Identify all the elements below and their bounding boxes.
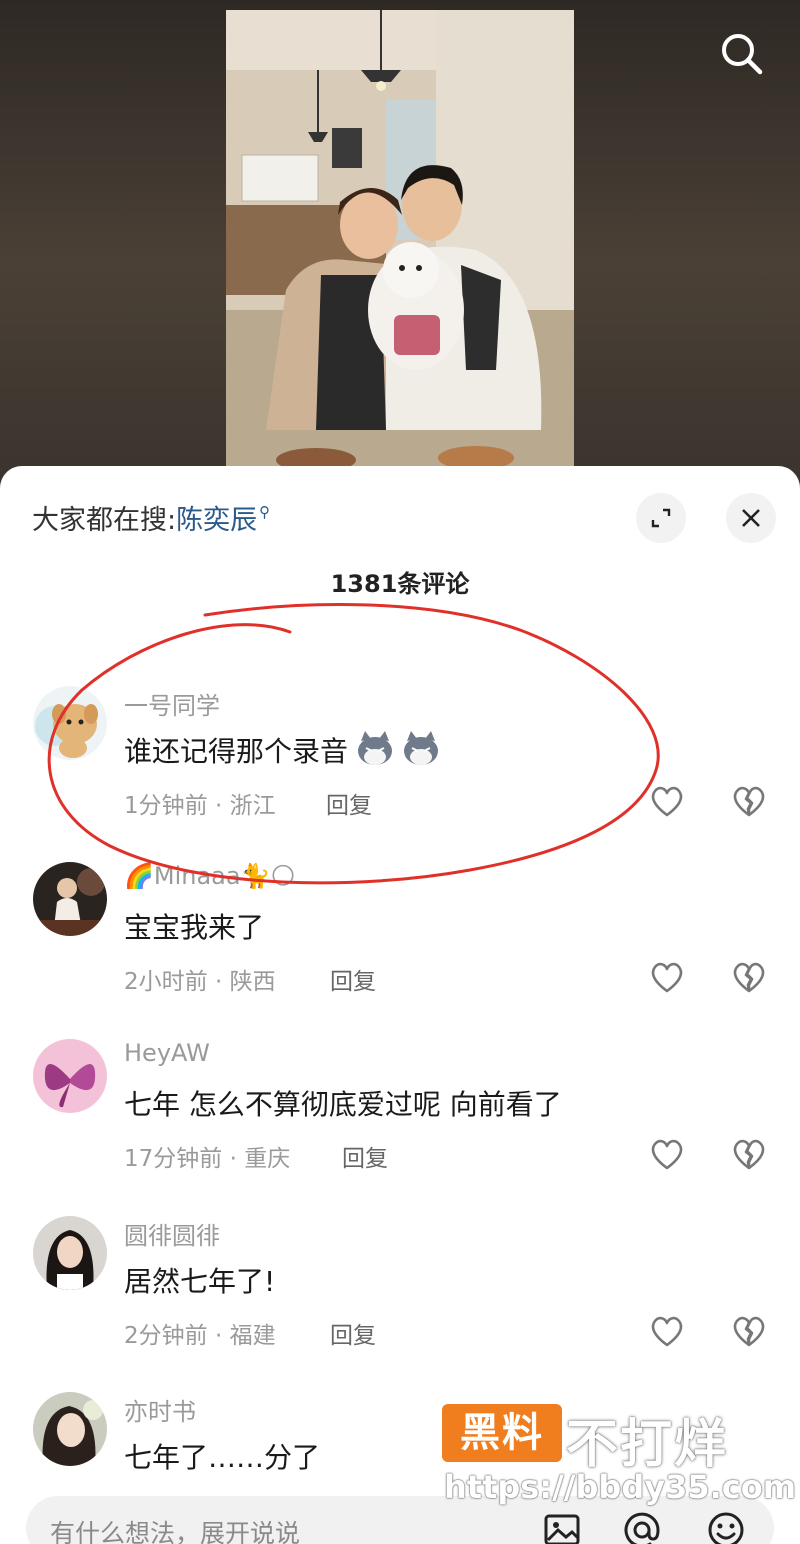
comment-location: 重庆 xyxy=(244,1146,291,1172)
broken-heart-icon[interactable] xyxy=(730,1135,768,1173)
hot-search-bar[interactable]: 大家都在搜:陈奕辰 ⚲ xyxy=(32,498,270,537)
expand-button[interactable] xyxy=(636,493,686,543)
comment-text-content: 谁还记得那个录音 xyxy=(124,735,349,768)
reply-button[interactable]: 回复 xyxy=(326,786,372,820)
comment-time: 1分钟前 xyxy=(124,793,208,819)
post-photo[interactable] xyxy=(226,10,574,470)
comment-item: 🌈Minaaa🐈🌕 宝宝我来了 2小时前 · 陕西 回复 xyxy=(0,862,800,1032)
heart-icon[interactable] xyxy=(648,1135,686,1173)
comment-time: 2小时前 xyxy=(124,969,208,995)
comment-username[interactable]: 🌈Minaaa🐈🌕 xyxy=(124,862,296,890)
comment-meta: 2分钟前 · 福建 xyxy=(124,1323,276,1349)
cat-emoji-icon xyxy=(357,731,441,774)
comment-input-placeholder: 有什么想法，展开说说 xyxy=(50,1519,301,1544)
comment-text: 谁还记得那个录音 xyxy=(124,730,441,774)
comment-item: 一号同学 谁还记得那个录音 1分钟前 · 浙江 回复 xyxy=(0,686,800,856)
comment-meta: 1分钟前 · 浙江 xyxy=(124,793,276,819)
comment-item: 圆徘圆徘 居然七年了! 2分钟前 · 福建 回复 xyxy=(0,1216,800,1386)
comment-item: HeyAW 七年 怎么不算彻底爱过呢 向前看了 17分钟前 · 重庆 回复 xyxy=(0,1039,800,1209)
close-button[interactable] xyxy=(726,493,776,543)
emoji-icon[interactable] xyxy=(706,1510,746,1544)
avatar[interactable] xyxy=(33,1392,107,1466)
comment-text: 七年了……分了 xyxy=(124,1441,321,1474)
watermark: 黑料 不打烊 https://bbdy35.com xyxy=(442,1398,796,1508)
hot-search-keyword[interactable]: 陈奕辰 xyxy=(176,505,257,536)
comments-sheet: 大家都在搜:陈奕辰 ⚲ 1381条评论 一号同学 谁还记得那个录音 1分钟前 ·… xyxy=(0,466,800,1544)
comment-username[interactable]: 圆徘圆徘 xyxy=(124,1216,220,1251)
broken-heart-icon[interactable] xyxy=(730,958,768,996)
watermark-url: https://bbdy35.com xyxy=(444,1468,797,1506)
heart-icon[interactable] xyxy=(648,1312,686,1350)
image-icon[interactable] xyxy=(542,1510,582,1544)
comment-time: 2分钟前 xyxy=(124,1323,208,1349)
comment-time: 17分钟前 xyxy=(124,1146,223,1172)
search-icon[interactable] xyxy=(716,28,768,80)
avatar[interactable] xyxy=(33,1216,107,1290)
reply-button[interactable]: 回复 xyxy=(330,1316,376,1350)
comment-username[interactable]: HeyAW xyxy=(124,1039,210,1067)
watermark-badge: 黑料 xyxy=(442,1404,562,1462)
comment-text: 宝宝我来了 xyxy=(124,911,265,944)
hot-search-prefix: 大家都在搜: xyxy=(32,505,177,536)
close-icon xyxy=(742,509,760,527)
comment-text: 居然七年了! xyxy=(124,1265,276,1298)
comment-location: 浙江 xyxy=(229,793,276,819)
comment-text: 七年 怎么不算彻底爱过呢 向前看了 xyxy=(124,1088,562,1121)
comment-meta: 17分钟前 · 重庆 xyxy=(124,1146,291,1172)
comment-count: 1381条评论 xyxy=(330,570,470,598)
avatar[interactable] xyxy=(33,686,107,760)
expand-icon xyxy=(651,508,671,528)
heart-icon[interactable] xyxy=(648,958,686,996)
comment-location: 福建 xyxy=(229,1323,276,1349)
comment-username[interactable]: 一号同学 xyxy=(124,686,220,721)
small-search-icon: ⚲ xyxy=(259,503,271,521)
comment-meta: 2小时前 · 陕西 xyxy=(124,969,276,995)
broken-heart-icon[interactable] xyxy=(730,1312,768,1350)
at-icon[interactable] xyxy=(622,1510,662,1544)
reply-button[interactable]: 回复 xyxy=(342,1139,388,1173)
watermark-text: 不打烊 xyxy=(566,1415,729,1475)
photo-illustration xyxy=(226,10,574,470)
heart-icon[interactable] xyxy=(648,782,686,820)
reply-button[interactable]: 回复 xyxy=(330,962,376,996)
avatar[interactable] xyxy=(33,1039,107,1113)
broken-heart-icon[interactable] xyxy=(730,782,768,820)
avatar[interactable] xyxy=(33,862,107,936)
comment-location: 陕西 xyxy=(229,969,276,995)
comment-username[interactable]: 亦时书 xyxy=(124,1392,196,1427)
